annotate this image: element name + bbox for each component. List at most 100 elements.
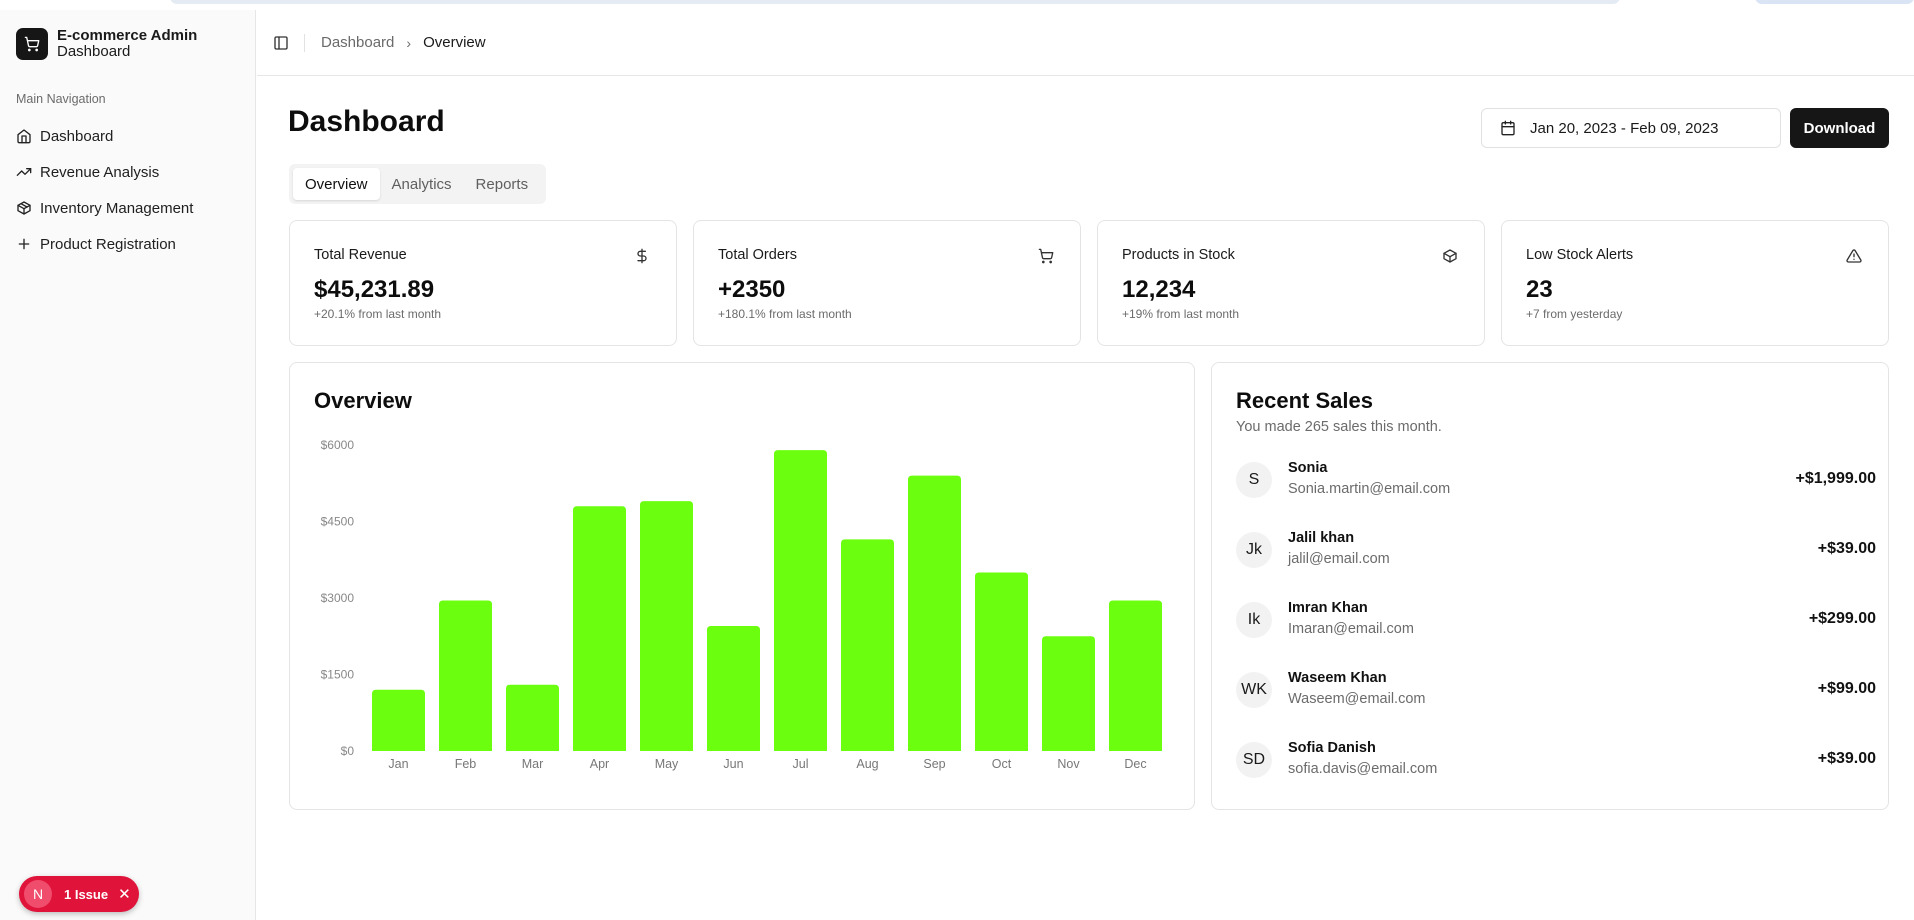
overview-bar-chart: $0 $1500 $3000 $4500 $6000 Jan Feb Mar Apr May Jun… xyxy=(321,438,1162,771)
browser-top-strip xyxy=(0,0,1914,10)
x-tick-label: Nov xyxy=(1057,757,1080,771)
recent-sales-panel: Recent Sales You made 265 sales this mon… xyxy=(1211,362,1889,810)
download-button[interactable]: Download xyxy=(1790,108,1889,148)
stat-card-low-stock-alerts: Low Stock Alerts 23 +7 from yesterday xyxy=(1501,220,1889,346)
y-tick-label: $6000 xyxy=(321,438,355,452)
list-item[interactable]: SD Sofia Danish sofia.davis@email.com +$… xyxy=(1236,740,1876,780)
sidebar-toggle-icon[interactable] xyxy=(273,35,289,51)
sidebar-item-inventory-management[interactable]: Inventory Management xyxy=(16,190,240,226)
x-tick-label: Feb xyxy=(455,757,477,771)
breadcrumb: Dashboard › Overview xyxy=(321,34,486,51)
list-item[interactable]: Jk Jalil khan jalil@email.com +$39.00 xyxy=(1236,530,1876,570)
bar-sep[interactable] xyxy=(908,475,961,751)
sidebar-item-label: Product Registration xyxy=(40,235,176,253)
stat-title: Total Revenue xyxy=(314,247,407,263)
bar-aug[interactable] xyxy=(841,539,894,751)
trending-up-icon xyxy=(16,168,32,176)
next-logo-icon: N xyxy=(24,880,52,908)
brand[interactable]: E-commerce Admin Dashboard xyxy=(16,28,197,60)
sidebar-item-revenue-analysis[interactable]: Revenue Analysis xyxy=(16,154,240,190)
dollar-icon xyxy=(637,248,647,264)
customer-email: Sonia.martin@email.com xyxy=(1288,481,1451,497)
top-header: Dashboard › Overview xyxy=(257,10,1914,76)
date-range-picker[interactable]: Jan 20, 2023 - Feb 09, 2023 xyxy=(1481,108,1781,148)
bar-mar[interactable] xyxy=(506,684,559,751)
cart-icon xyxy=(16,28,48,60)
stat-value: $45,231.89 xyxy=(314,276,435,303)
customer-email: jalil@email.com xyxy=(1288,551,1390,567)
stat-title: Products in Stock xyxy=(1122,247,1235,263)
issues-label: 1 Issue xyxy=(64,886,109,902)
browser-button-edge xyxy=(1755,0,1914,4)
chevron-right-icon: › xyxy=(406,34,412,51)
stat-note: +20.1% from last month xyxy=(314,307,442,321)
sale-amount: +$39.00 xyxy=(1817,750,1876,767)
sidebar-item-dashboard[interactable]: Dashboard xyxy=(16,118,240,154)
bar-dec[interactable] xyxy=(1109,600,1162,751)
sidebar-item-product-registration[interactable]: Product Registration xyxy=(16,226,240,262)
stat-note: +19% from last month xyxy=(1122,307,1240,321)
bar-jul[interactable] xyxy=(774,450,827,751)
customer-name: Imran Khan xyxy=(1288,600,1368,616)
y-tick-label: $0 xyxy=(341,744,355,758)
plus-icon xyxy=(18,238,30,250)
y-tick-label: $1500 xyxy=(321,668,355,682)
view-tabs: Overview Analytics Reports xyxy=(289,164,546,204)
tab-reports[interactable]: Reports xyxy=(464,168,541,200)
brand-subtitle: Dashboard xyxy=(57,43,131,60)
x-tick-label: Oct xyxy=(992,757,1012,771)
sidebar: E-commerce Admin Dashboard Main Navigati… xyxy=(0,10,256,920)
avatar: S xyxy=(1236,462,1272,498)
breadcrumb-current: Overview xyxy=(423,34,486,51)
breadcrumb-dashboard[interactable]: Dashboard xyxy=(321,34,394,51)
package-icon xyxy=(17,201,31,215)
customer-name: Sonia xyxy=(1288,460,1328,476)
close-icon[interactable]: ✕ xyxy=(118,885,131,903)
page-title: Dashboard xyxy=(288,105,445,138)
date-range-text: Jan 20, 2023 - Feb 09, 2023 xyxy=(1530,119,1719,137)
bar-nov[interactable] xyxy=(1042,636,1095,751)
avatar: Ik xyxy=(1236,602,1272,638)
sidebar-item-label: Dashboard xyxy=(40,127,114,145)
main-navigation: Dashboard Revenue Analysis Inventory Man… xyxy=(16,118,240,262)
x-tick-label: Apr xyxy=(590,757,609,771)
sidebar-item-label: Inventory Management xyxy=(40,199,194,217)
stat-title: Total Orders xyxy=(718,247,797,263)
bar-jan[interactable] xyxy=(372,689,425,751)
sale-amount: +$1,999.00 xyxy=(1795,470,1876,487)
recent-sales-subtitle: You made 265 sales this month. xyxy=(1236,419,1442,435)
stat-value: 23 xyxy=(1526,276,1553,303)
sale-amount: +$99.00 xyxy=(1817,680,1876,697)
list-item[interactable]: WK Waseem Khan Waseem@email.com +$99.00 xyxy=(1236,670,1876,710)
list-item[interactable]: Ik Imran Khan Imaran@email.com +$299.00 xyxy=(1236,600,1876,640)
package-icon xyxy=(1443,249,1457,263)
list-item[interactable]: S Sonia Sonia.martin@email.com +$1,999.0… xyxy=(1236,460,1876,500)
stat-card-total-revenue: Total Revenue $45,231.89 +20.1% from las… xyxy=(289,220,677,346)
nav-group-label: Main Navigation xyxy=(16,92,106,106)
header-divider xyxy=(304,34,305,52)
avatar: SD xyxy=(1236,742,1272,778)
bar-apr[interactable] xyxy=(573,506,626,751)
x-tick-label: Jun xyxy=(723,757,743,771)
avatar: Jk xyxy=(1236,532,1272,568)
overview-panel: Overview $0 $1500 $3000 $4500 $6000 Jan Feb Mar… xyxy=(289,362,1195,810)
bar-feb[interactable] xyxy=(439,600,492,751)
bar-oct[interactable] xyxy=(975,572,1028,752)
stat-card-products-in-stock: Products in Stock 12,234 +19% from last … xyxy=(1097,220,1485,346)
brand-title: E-commerce Admin xyxy=(57,27,198,44)
bar-jun[interactable] xyxy=(707,626,760,751)
tab-overview[interactable]: Overview xyxy=(293,168,380,200)
issues-badge[interactable]: N 1 Issue ✕ xyxy=(19,876,139,912)
home-icon xyxy=(17,129,31,144)
customer-name: Sofia Danish xyxy=(1288,740,1376,756)
customer-name: Jalil khan xyxy=(1288,530,1355,546)
bar-may[interactable] xyxy=(640,501,693,751)
recent-sales-title: Recent Sales xyxy=(1236,388,1373,413)
y-tick-label: $4500 xyxy=(321,515,355,529)
calendar-icon xyxy=(1501,120,1515,136)
customer-email: sofia.davis@email.com xyxy=(1288,761,1438,777)
x-tick-label: May xyxy=(655,757,679,771)
x-tick-label: Aug xyxy=(856,757,878,771)
y-tick-label: $3000 xyxy=(321,591,355,605)
tab-analytics[interactable]: Analytics xyxy=(380,168,464,200)
